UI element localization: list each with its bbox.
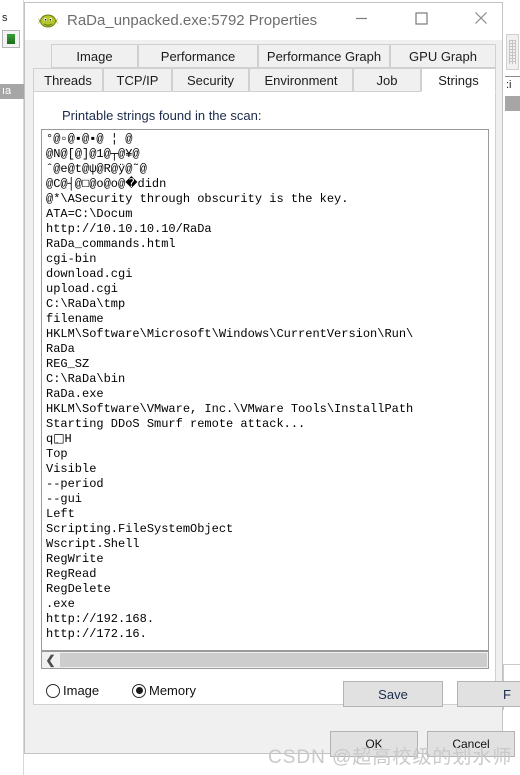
background-divider [505,76,520,77]
strings-list-item[interactable]: Visible [46,462,413,477]
save-button[interactable]: Save [343,681,443,707]
tab-job[interactable]: Job [353,68,421,92]
strings-list: °@▫@▪@▪@ ¦ @ @N@[@]@1@┬@¥@ ˆ@e@t@ψ@R@ÿ@˜@ @… [46,132,413,642]
properties-dialog: RaDa_unpacked.exe:5792 Properties Image … [24,2,520,757]
strings-tab-page: Printable strings found in the scan: °@▫… [33,91,520,707]
strings-list-item[interactable]: http://192.168. [46,612,413,627]
strings-list-item[interactable]: REG_SZ [46,357,413,372]
tab-threads[interactable]: Threads [33,68,103,92]
strings-list-item[interactable]: RaDa [46,342,413,357]
tab-environment[interactable]: Environment [249,68,353,92]
background-left-column [0,0,24,775]
tab-row-1: Image Performance Performance Graph GPU … [33,44,496,68]
strings-list-item[interactable]: @N@[@]@1@┬@¥@ [46,147,413,162]
strings-listbox[interactable]: °@▫@▪@▪@ ¦ @ @N@[@]@1@┬@¥@ ˆ@e@t@ψ@R@ÿ@˜@ @… [41,129,489,651]
maximize-icon[interactable] [398,3,444,33]
background-scrollbar-grip [509,40,516,64]
strings-list-item[interactable]: --period [46,477,413,492]
strings-list-item[interactable]: Scripting.FileSystemObject [46,522,413,537]
strings-list-item[interactable]: HKLM\Software\Microsoft\Windows\CurrentV… [46,327,413,342]
strings-list-item[interactable]: Top [46,447,413,462]
strings-list-item[interactable]: C:\RaDa\tmp [46,297,413,312]
close-icon[interactable] [458,3,504,33]
page-title: Printable strings found in the scan: [62,108,262,123]
tab-image[interactable]: Image [51,44,138,68]
strings-list-item[interactable]: °@▫@▪@▪@ ¦ @ [46,132,413,147]
strings-list-item[interactable]: Wscript.Shell [46,537,413,552]
background-right-column [505,0,520,775]
strings-list-item[interactable]: upload.cgi [46,282,413,297]
cancel-button[interactable]: Cancel [427,731,515,757]
strings-list-item[interactable]: @*\ASecurity through obscurity is the ke… [46,192,413,207]
radio-memory[interactable]: Memory [132,683,196,698]
window-title: RaDa_unpacked.exe:5792 Properties [67,12,318,29]
background-text-left-1: s [2,12,8,24]
tab-row-2: Threads TCP/IP Security Environment Job … [33,68,496,92]
strings-list-item[interactable]: filename [46,312,413,327]
strings-list-item[interactable]: RegRead [46,567,413,582]
radio-memory-label: Memory [149,683,196,698]
strings-list-item[interactable]: HKLM\Software\VMware, Inc.\VMware Tools\… [46,402,413,417]
tab-tcpip[interactable]: TCP/IP [103,68,172,92]
strings-list-item[interactable]: Starting DDoS Smurf remote attack... [46,417,413,432]
strings-list-item[interactable]: RaDa.exe [46,387,413,402]
tab-security[interactable]: Security [172,68,249,92]
chevron-left-icon[interactable]: ❮ [42,652,59,668]
radio-memory-indicator [132,683,146,698]
strings-list-item[interactable]: RegDelete [46,582,413,597]
scrollbar-thumb[interactable] [60,653,487,667]
strings-list-item[interactable]: q□ِH [46,432,413,447]
background-selected-row-right [505,96,520,111]
radio-image-label: Image [63,683,100,698]
strings-list-item[interactable]: cgi-bin [46,252,413,267]
background-text-right-1: :i [506,79,512,91]
tab-strip: Image Performance Performance Graph GPU … [33,44,496,92]
ok-button[interactable]: OK [330,731,418,757]
background-text-left-2: ıa [2,85,12,97]
tab-gpu-graph[interactable]: GPU Graph [390,44,496,68]
radio-image-indicator [46,683,60,698]
strings-list-item[interactable]: ATA=C:\Docum [46,207,413,222]
strings-list-item[interactable]: ˆ@e@t@ψ@R@ÿ@˜@ [46,162,413,177]
pufferfish-icon [38,12,58,30]
tab-strings[interactable]: Strings [421,68,496,92]
radio-image[interactable]: Image [46,683,99,698]
strings-list-item[interactable]: C:\RaDa\bin [46,372,413,387]
strings-list-item[interactable]: --gui [46,492,413,507]
strings-list-item[interactable]: download.cgi [46,267,413,282]
strings-list-item[interactable]: RaDa_commands.html [46,237,413,252]
minimize-icon[interactable] [338,3,384,33]
strings-list-item[interactable]: RegWrite [46,552,413,567]
strings-list-item[interactable]: Left [46,507,413,522]
strings-list-item[interactable]: http://172.16. [46,627,413,642]
strings-list-item[interactable]: @C@┤@□@о@о@�didn [46,177,413,192]
tab-performance[interactable]: Performance [138,44,258,68]
strings-horizontal-scrollbar[interactable]: ❮ [41,651,489,669]
background-toolbar-button[interactable] [2,30,20,48]
find-button[interactable]: F [457,681,520,707]
strings-list-item[interactable]: .exe [46,597,413,612]
title-bar[interactable]: RaDa_unpacked.exe:5792 Properties [25,3,502,40]
strings-list-item[interactable]: http://10.10.10.10/RaDa [46,222,413,237]
tab-performance-graph[interactable]: Performance Graph [258,44,390,68]
